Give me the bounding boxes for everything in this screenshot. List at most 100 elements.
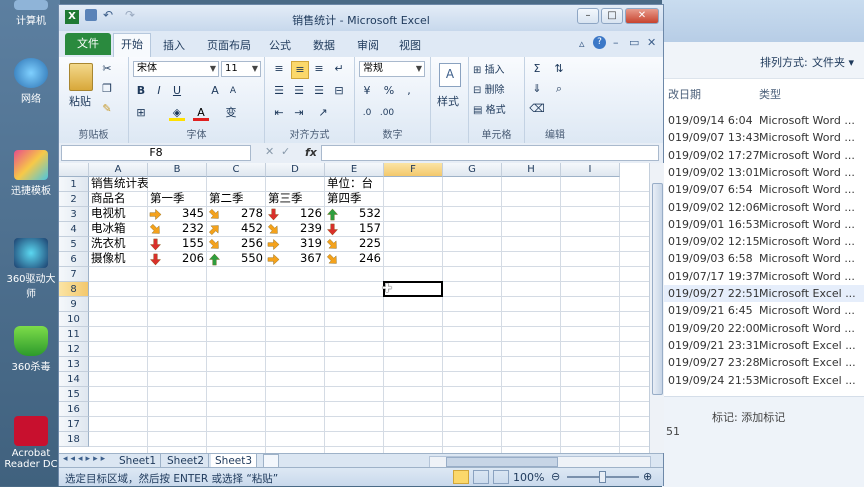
- cell[interactable]: 246: [341, 251, 381, 266]
- normal-view-icon[interactable]: [453, 470, 469, 484]
- select-all-corner[interactable]: [59, 163, 89, 177]
- cell[interactable]: 319: [282, 236, 322, 251]
- row-header[interactable]: 8: [59, 282, 89, 297]
- insert-function-icon[interactable]: fx: [305, 146, 317, 159]
- number-format-select[interactable]: 常规 ▼: [359, 61, 425, 77]
- insert-sheet-icon[interactable]: [263, 454, 279, 468]
- cell[interactable]: 367: [282, 251, 322, 266]
- cell[interactable]: 256: [223, 236, 263, 251]
- minimize-button[interactable]: –: [577, 8, 599, 24]
- tab-view[interactable]: 视图: [399, 37, 421, 53]
- desktop-icon-antivirus[interactable]: 360杀毒: [4, 326, 58, 373]
- align-right-icon[interactable]: ☰: [311, 83, 327, 99]
- row-header[interactable]: 11: [59, 327, 89, 342]
- merge-center-icon[interactable]: ⊟: [331, 83, 347, 99]
- vertical-scrollbar[interactable]: [649, 163, 664, 453]
- row-header[interactable]: 17: [59, 417, 89, 432]
- tab-formulas[interactable]: 公式: [269, 37, 291, 53]
- desktop-icon-computer[interactable]: 计算机: [4, 0, 58, 27]
- formula-input[interactable]: [321, 145, 659, 161]
- cell[interactable]: 第一季: [150, 191, 185, 206]
- cell[interactable]: 157: [341, 221, 381, 236]
- cell[interactable]: 278: [223, 206, 263, 221]
- name-box[interactable]: F8: [61, 145, 251, 161]
- format-painter-icon[interactable]: ✎: [99, 101, 115, 117]
- row-header[interactable]: 15: [59, 387, 89, 402]
- align-middle-icon[interactable]: ≡: [291, 61, 309, 79]
- tab-review[interactable]: 审阅: [357, 37, 379, 53]
- cell[interactable]: 345: [164, 206, 204, 221]
- desktop-icon-driver[interactable]: 360驱动大师: [4, 238, 58, 300]
- row-header[interactable]: 3: [59, 207, 89, 222]
- cell[interactable]: 532: [341, 206, 381, 221]
- shrink-font-icon[interactable]: A: [225, 83, 241, 99]
- workbook-minimize-icon[interactable]: –: [613, 36, 619, 49]
- file-row[interactable]: 019/09/24 21:53 Microsoft Excel ...: [662, 372, 864, 389]
- cancel-entry-icon[interactable]: ✕: [265, 145, 274, 158]
- file-row[interactable]: 019/09/20 22:00 Microsoft Word ...: [662, 320, 864, 337]
- tab-page-layout[interactable]: 页面布局: [207, 37, 251, 53]
- cell[interactable]: 单位：台: [327, 176, 373, 191]
- underline-icon[interactable]: U: [169, 83, 185, 99]
- grow-font-icon[interactable]: A: [207, 83, 223, 99]
- paste-button[interactable]: 粘贴: [69, 93, 91, 109]
- cell[interactable]: 452: [223, 221, 263, 236]
- file-row[interactable]: 019/09/21 23:31 Microsoft Excel ...: [662, 337, 864, 354]
- scroll-thumb[interactable]: [652, 183, 663, 395]
- column-header-type[interactable]: 类型: [759, 86, 781, 106]
- file-row[interactable]: 019/07/17 19:37 Microsoft Word ...: [662, 268, 864, 285]
- cell[interactable]: 第四季: [327, 191, 362, 206]
- file-row[interactable]: 019/09/21 6:45 Microsoft Word ...: [662, 302, 864, 319]
- cell[interactable]: 商品名: [91, 191, 126, 206]
- file-row[interactable]: 019/09/02 17:27 Microsoft Word ...: [662, 147, 864, 164]
- find-select-icon[interactable]: ⌕: [551, 81, 567, 97]
- file-row[interactable]: 019/09/03 6:58 Microsoft Word ...: [662, 250, 864, 267]
- column-header[interactable]: F: [384, 163, 443, 177]
- styles-button[interactable]: 样式: [437, 93, 459, 109]
- row-header[interactable]: 13: [59, 357, 89, 372]
- cell[interactable]: 摄像机: [91, 251, 126, 266]
- zoom-slider-thumb[interactable]: [599, 471, 606, 483]
- column-header[interactable]: H: [502, 163, 561, 177]
- insert-cells-button[interactable]: ⊞ 插入: [473, 61, 505, 76]
- bold-icon[interactable]: B: [133, 83, 149, 99]
- sheet-nav-icons[interactable]: ◂◂◂▸▸▸: [63, 454, 108, 464]
- sheet-tab-2[interactable]: Sheet2: [163, 454, 210, 468]
- clear-icon[interactable]: ⌫: [529, 101, 545, 117]
- fill-color-icon[interactable]: ◈: [169, 105, 185, 121]
- row-header[interactable]: 1: [59, 177, 89, 192]
- row-header[interactable]: 12: [59, 342, 89, 357]
- workbook-restore-icon[interactable]: ▭: [629, 36, 639, 49]
- percent-icon[interactable]: %: [381, 83, 397, 99]
- cell[interactable]: 232: [164, 221, 204, 236]
- help-icon[interactable]: ?: [593, 36, 606, 49]
- row-header[interactable]: 2: [59, 192, 89, 207]
- desktop-icon-acrobat[interactable]: Acrobat Reader DC: [4, 416, 58, 470]
- zoom-out-icon[interactable]: ⊖: [551, 470, 560, 483]
- confirm-entry-icon[interactable]: ✓: [281, 145, 290, 158]
- column-header[interactable]: G: [443, 163, 502, 177]
- row-header[interactable]: 18: [59, 432, 89, 447]
- currency-icon[interactable]: ¥: [359, 83, 375, 99]
- delete-cells-button[interactable]: ⊟ 删除: [473, 81, 505, 96]
- phonetic-icon[interactable]: 变: [223, 105, 239, 121]
- align-bottom-icon[interactable]: ≡: [311, 61, 327, 77]
- file-row[interactable]: 019/09/14 6:04 Microsoft Word ...: [662, 112, 864, 129]
- cell[interactable]: 126: [282, 206, 322, 221]
- page-break-view-icon[interactable]: [493, 470, 509, 484]
- desktop-icon-template[interactable]: 迅捷模板: [4, 150, 58, 197]
- row-header[interactable]: 7: [59, 267, 89, 282]
- comma-style-icon[interactable]: ,: [401, 83, 417, 99]
- tag-label[interactable]: 标记: 添加标记: [712, 409, 785, 425]
- cell[interactable]: 电冰箱: [91, 221, 126, 236]
- maximize-button[interactable]: □: [601, 8, 623, 24]
- page-layout-view-icon[interactable]: [473, 470, 489, 484]
- tab-insert[interactable]: 插入: [163, 37, 185, 53]
- desktop-icon-network[interactable]: 网络: [4, 58, 58, 105]
- font-name-select[interactable]: 宋体 ▼: [133, 61, 219, 77]
- ribbon-collapse-icon[interactable]: ▵: [579, 37, 585, 50]
- wrap-text-icon[interactable]: ↵: [331, 61, 347, 77]
- close-button[interactable]: ✕: [625, 8, 659, 24]
- decrease-indent-icon[interactable]: ⇤: [271, 105, 287, 121]
- row-header[interactable]: 5: [59, 237, 89, 252]
